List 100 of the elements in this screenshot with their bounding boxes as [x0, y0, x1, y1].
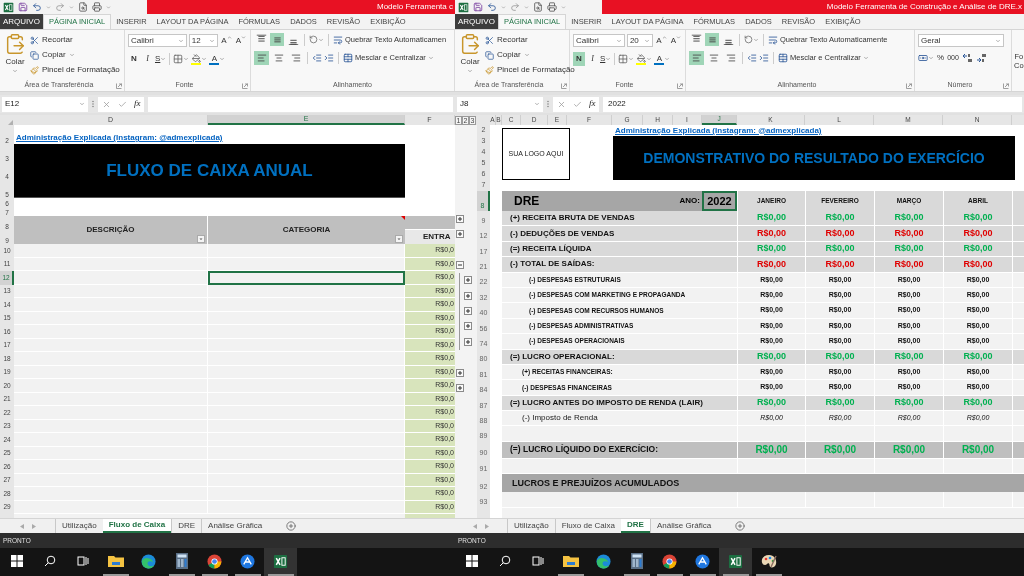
orientation-button[interactable] — [744, 35, 759, 44]
table-cell[interactable] — [208, 244, 405, 258]
table-cell[interactable] — [208, 379, 405, 393]
name-box[interactable]: E12 — [2, 96, 88, 112]
edge-browser-icon[interactable] — [141, 553, 156, 569]
paste-button[interactable]: Colar — [459, 33, 481, 76]
selected-cell[interactable] — [208, 271, 405, 285]
expand-icon[interactable] — [456, 230, 464, 239]
align-left-button[interactable] — [689, 51, 704, 65]
windows-icon[interactable] — [465, 555, 478, 567]
font-size-dropdown[interactable]: 20 — [626, 34, 654, 47]
undo-icon[interactable] — [32, 2, 42, 12]
bold-button[interactable]: N — [128, 52, 140, 66]
instagram-link[interactable]: Administração Explicada (Instagram: @admexplicada) — [615, 124, 822, 137]
round-app-icon[interactable] — [695, 553, 710, 569]
shrink-font-button[interactable]: A — [234, 34, 247, 47]
decrease-indent-button[interactable] — [312, 53, 322, 63]
folder-icon[interactable] — [562, 554, 579, 568]
table-cell[interactable] — [208, 352, 405, 366]
instagram-link[interactable]: Administração Explicada (Instagram: @admexplicada) — [16, 132, 223, 144]
table-cell[interactable] — [208, 487, 405, 501]
file-tab[interactable]: ARQUIVO — [0, 14, 43, 29]
increase-indent-button[interactable] — [324, 53, 334, 63]
expand-icon[interactable] — [456, 214, 464, 223]
italic-button[interactable]: I — [587, 52, 598, 66]
borders-button[interactable] — [173, 54, 190, 64]
expand-icon[interactable] — [456, 384, 464, 392]
excel-logo-icon[interactable] — [458, 1, 469, 13]
font-size-dropdown[interactable]: 12 — [188, 34, 219, 47]
calculator-icon[interactable] — [175, 553, 188, 569]
format-painter-button[interactable]: Pincel de Formatação — [30, 64, 120, 76]
table-cell[interactable] — [208, 406, 405, 420]
name-box[interactable]: J8 — [457, 96, 543, 112]
grow-font-button[interactable]: A — [655, 34, 668, 47]
insert-function-button[interactable]: fx — [133, 97, 141, 111]
chrome-browser-icon[interactable] — [207, 553, 222, 569]
shrink-font-button[interactable]: A — [669, 34, 682, 47]
excel-logo-icon[interactable] — [273, 553, 288, 569]
windows-icon[interactable] — [10, 555, 23, 567]
decrease-indent-button[interactable] — [747, 53, 757, 63]
expand-icon[interactable] — [464, 291, 472, 300]
align-left-button[interactable] — [254, 51, 269, 65]
copy-button[interactable]: Copiar — [485, 49, 575, 61]
decrease-decimal-icon[interactable] — [975, 53, 987, 63]
fill-color-button[interactable] — [636, 53, 653, 65]
borders-button[interactable] — [618, 54, 635, 64]
filter-dropdown-icon[interactable] — [197, 235, 205, 243]
taskbar-button[interactable] — [264, 548, 297, 576]
folder-icon[interactable] — [107, 554, 124, 568]
table-cell[interactable] — [208, 433, 405, 447]
expand-icon[interactable] — [456, 368, 464, 377]
expand-icon[interactable] — [464, 307, 472, 316]
excel-logo-icon[interactable] — [3, 1, 14, 13]
font-color-button[interactable]: A — [209, 53, 226, 65]
scroll-right-icon[interactable] — [31, 523, 36, 529]
palette-icon[interactable] — [760, 553, 777, 569]
search-icon[interactable] — [498, 555, 511, 567]
font-name-dropdown[interactable]: Calibri — [573, 34, 625, 47]
cut-button[interactable]: Recortar — [30, 34, 120, 46]
scroll-right-icon[interactable] — [485, 523, 489, 529]
copy-button[interactable]: Copiar — [30, 49, 120, 61]
currency-button[interactable] — [918, 53, 934, 63]
format-painter-button[interactable]: Pincel de Formatação — [485, 64, 575, 76]
insert-function-button[interactable]: fx — [588, 97, 596, 111]
printer-icon[interactable] — [92, 2, 102, 12]
task-view-icon[interactable] — [76, 555, 89, 567]
expand-icon[interactable] — [464, 276, 472, 285]
cancel-icon[interactable] — [101, 99, 111, 109]
expand-icon[interactable] — [464, 337, 472, 346]
selected-cell[interactable]: 2022 — [702, 191, 737, 211]
number-format-dropdown[interactable]: Geral — [918, 34, 1004, 47]
save-icon[interactable] — [18, 2, 28, 12]
dialog-launcher-icon[interactable] — [1003, 82, 1009, 89]
increase-indent-button[interactable] — [759, 53, 769, 63]
add-sheet-icon[interactable] — [286, 521, 297, 531]
chrome-browser-icon[interactable] — [662, 553, 677, 569]
font-color-button[interactable]: A — [654, 53, 671, 65]
dialog-launcher-icon[interactable] — [906, 82, 912, 89]
table-cell[interactable] — [208, 460, 405, 474]
save-icon[interactable] — [473, 2, 483, 12]
print-preview-icon[interactable] — [78, 2, 88, 12]
scroll-left-icon[interactable] — [19, 523, 24, 529]
cut-button[interactable]: Recortar — [485, 34, 575, 46]
sheet-tab[interactable]: DRE — [621, 519, 650, 533]
underline-button[interactable]: S — [155, 52, 167, 66]
taskbar-button[interactable] — [719, 548, 752, 576]
redo-icon[interactable] — [510, 2, 520, 12]
expand-icon[interactable] — [464, 322, 472, 331]
round-app-icon[interactable] — [240, 553, 255, 569]
filter-dropdown-icon[interactable] — [395, 235, 403, 243]
scroll-left-icon[interactable] — [473, 523, 477, 529]
formula-field[interactable]: 2022 — [603, 96, 1022, 112]
table-cell[interactable] — [208, 325, 405, 339]
printer-icon[interactable] — [547, 2, 557, 12]
increase-decimal-icon[interactable] — [961, 53, 973, 63]
percent-button[interactable]: % — [937, 52, 945, 64]
bold-button[interactable]: N — [573, 52, 585, 66]
paste-button[interactable]: Colar — [4, 33, 26, 76]
search-icon[interactable] — [43, 555, 56, 567]
font-name-dropdown[interactable]: Calibri — [128, 34, 187, 47]
